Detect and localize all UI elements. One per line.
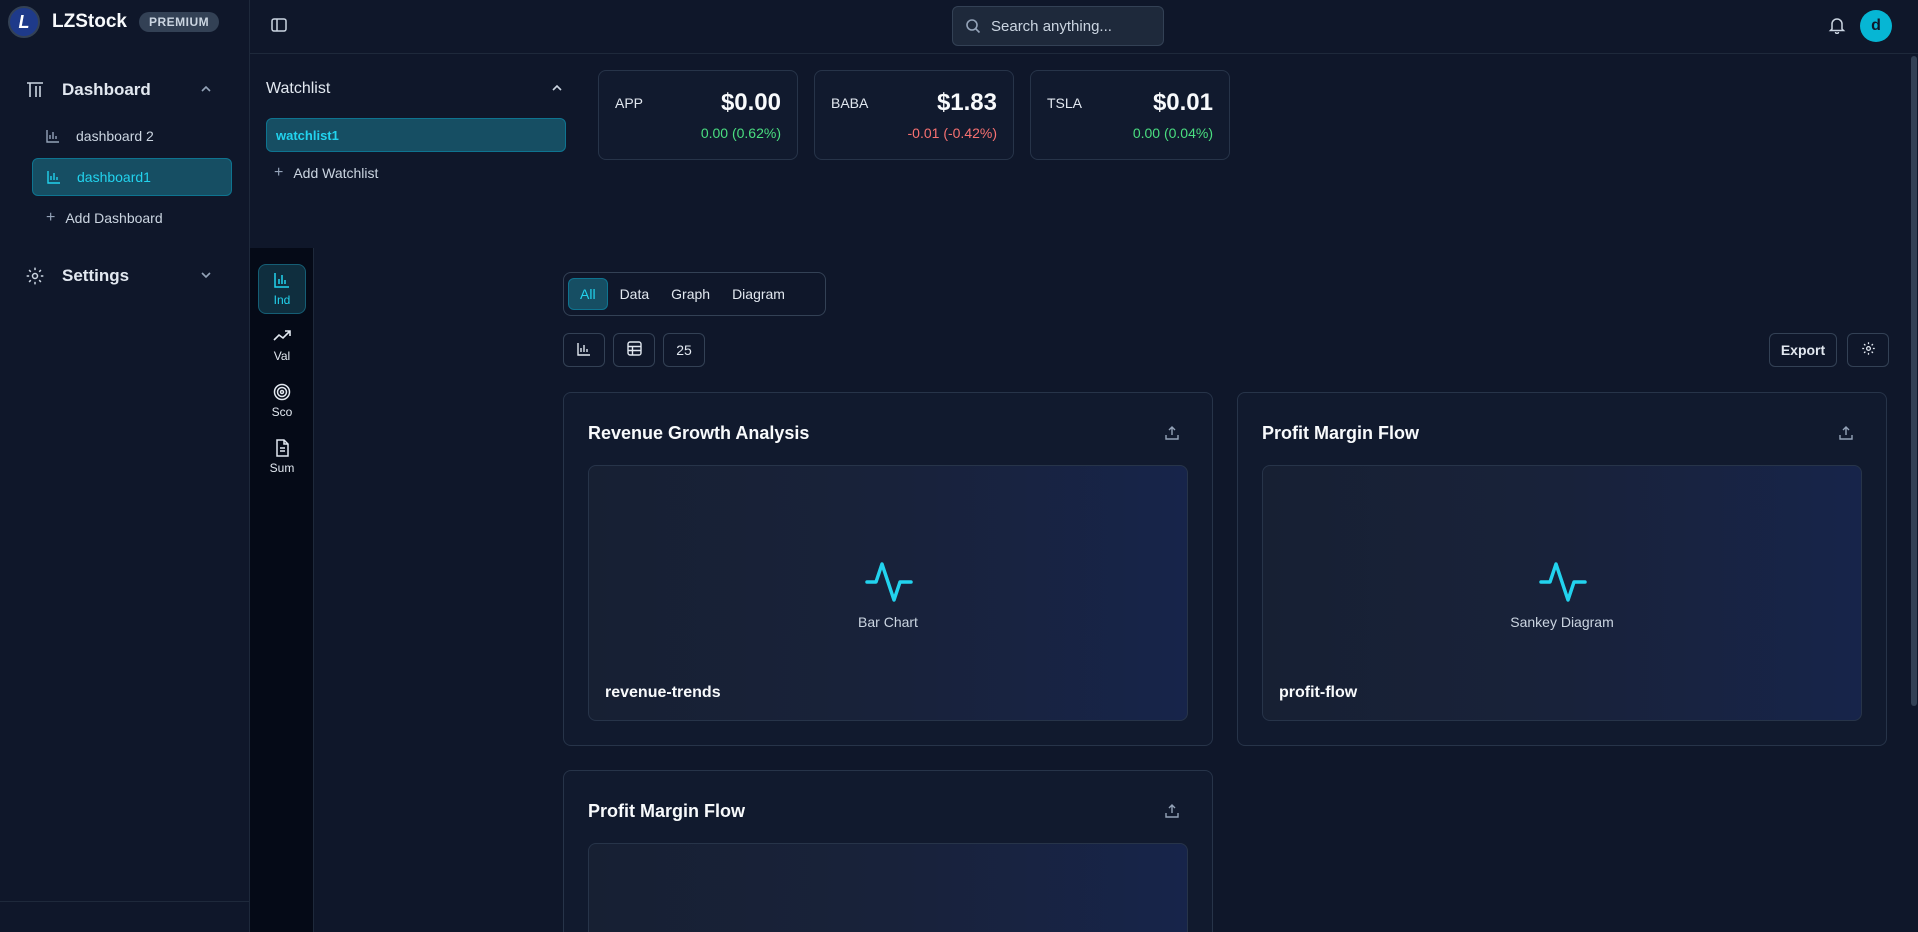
card-title: Profit Margin Flow (588, 801, 745, 821)
rail-item-label: Sco (271, 405, 293, 419)
ticker-change: -0.01 (-0.42%) (907, 125, 997, 141)
card-title: Revenue Growth Analysis (588, 423, 810, 443)
ticker-card-tsla[interactable]: TSLA $0.01 0.00 (0.04%) (1030, 70, 1230, 160)
ticker-symbol: BABA (831, 95, 869, 111)
avatar[interactable]: d (1860, 10, 1892, 42)
chart-id-label: revenue-trends (605, 684, 721, 701)
export-button[interactable]: Export (1769, 333, 1837, 367)
add-watchlist-label: Add Watchlist (293, 165, 379, 181)
sidebar-toggle-icon[interactable] (270, 16, 290, 36)
chart-preview[interactable]: Sankey Diagram profit-flow (1262, 465, 1862, 721)
document-icon (273, 439, 291, 457)
sidebar-section-label: Dashboard (62, 80, 151, 99)
table-view-button[interactable] (613, 333, 655, 367)
ticker-change: 0.00 (0.62%) (700, 125, 781, 141)
plus-icon: + (274, 164, 284, 181)
rail-item-ind[interactable]: Ind (258, 264, 306, 314)
chevron-up-icon (200, 83, 212, 98)
premium-badge: PREMIUM (138, 12, 220, 32)
sidebar-item-dashboard1[interactable]: dashboard1 (32, 158, 232, 196)
sidebar: L LZStock PREMIUM Dashboard dashboard 2 … (0, 0, 250, 932)
filter-tabs: All Data Graph Diagram (563, 272, 826, 316)
chart-preview[interactable]: Bar Chart revenue-trends (588, 465, 1188, 721)
gear-icon (24, 265, 46, 287)
ticker-card-baba[interactable]: BABA $1.83 -0.01 (-0.42%) (814, 70, 1014, 160)
bar-chart-icon (47, 170, 63, 184)
brand-logo: L (8, 6, 40, 38)
sidebar-item-label: dashboard1 (77, 169, 151, 185)
watchlist-title: Watchlist (266, 80, 331, 97)
sidebar-item-label: dashboard 2 (76, 128, 154, 144)
brand-name: LZStock (52, 11, 127, 32)
ticker-change: 0.00 (0.04%) (1132, 125, 1213, 141)
tab-data[interactable]: Data (610, 278, 660, 310)
gear-icon (1861, 341, 1876, 359)
dashboard-icon (24, 79, 46, 101)
rail-item-val[interactable]: Val (258, 320, 306, 370)
search-box[interactable] (952, 6, 1164, 46)
activity-icon (1538, 556, 1588, 606)
search-icon (965, 18, 981, 34)
watchlist-item[interactable]: watchlist1 (266, 118, 566, 152)
card-title: Profit Margin Flow (1262, 423, 1419, 443)
ticker-price: $0.00 (720, 89, 781, 116)
chart-card: Profit Margin Flow (563, 770, 1213, 932)
target-icon (273, 383, 291, 401)
add-dashboard-label: Add Dashboard (65, 210, 163, 226)
trending-up-icon (273, 327, 291, 345)
brand[interactable]: L LZStock PREMIUM (8, 6, 220, 38)
sidebar-section-label: Settings (62, 266, 130, 285)
bell-icon[interactable] (1828, 16, 1848, 36)
chevron-up-icon[interactable] (551, 82, 563, 97)
chevron-down-icon (200, 269, 212, 284)
ticker-symbol: APP (615, 95, 644, 111)
tab-graph[interactable]: Graph (661, 278, 720, 310)
sidebar-footer-divider (0, 901, 250, 902)
ticker-symbol: TSLA (1047, 95, 1083, 111)
add-dashboard-button[interactable]: + Add Dashboard (32, 199, 232, 237)
tab-diagram[interactable]: Diagram (722, 278, 795, 310)
plus-icon: + (46, 209, 56, 226)
activity-icon (864, 556, 914, 606)
chart-card: Revenue Growth Analysis Bar Chart revenu… (563, 392, 1213, 746)
bar-chart-icon (46, 129, 62, 143)
tab-all[interactable]: All (568, 278, 608, 310)
search-input[interactable] (991, 17, 1151, 35)
bar-chart-icon (273, 271, 291, 289)
scrollbar-thumb[interactable] (1911, 56, 1917, 706)
share-icon[interactable] (1164, 425, 1180, 441)
sidebar-item-dashboard-2[interactable]: dashboard 2 (32, 117, 232, 155)
add-watchlist-button[interactable]: + Add Watchlist (274, 164, 378, 182)
chart-view-button[interactable] (563, 333, 605, 367)
chart-id-label: profit-flow (1279, 684, 1358, 701)
chart-type-label: Bar Chart (858, 614, 918, 630)
rail-item-sco[interactable]: Sco (258, 376, 306, 426)
chart-card: Profit Margin Flow Sankey Diagram profit… (1237, 392, 1887, 746)
category-rail: Ind Val Sco Sum (250, 248, 314, 932)
sidebar-section-dashboard[interactable]: Dashboard (24, 70, 226, 110)
settings-button[interactable] (1847, 333, 1889, 367)
ticker-price: $1.83 (936, 89, 997, 116)
sidebar-section-settings[interactable]: Settings (24, 256, 226, 296)
rail-item-label: Sum (269, 461, 295, 475)
rail-item-sum[interactable]: Sum (258, 432, 306, 482)
share-icon[interactable] (1838, 425, 1854, 441)
page-size-select[interactable]: 25 (663, 333, 705, 367)
rail-item-label: Val (273, 349, 291, 363)
bar-chart-icon (577, 342, 591, 359)
rail-item-label: Ind (273, 293, 291, 307)
chart-preview[interactable] (588, 843, 1188, 932)
share-icon[interactable] (1164, 803, 1180, 819)
ticker-card-app[interactable]: APP $0.00 0.00 (0.62%) (598, 70, 798, 160)
table-icon (626, 341, 642, 359)
ticker-price: $0.01 (1152, 89, 1213, 116)
topbar: d (250, 0, 1918, 54)
chart-type-label: Sankey Diagram (1510, 614, 1614, 630)
